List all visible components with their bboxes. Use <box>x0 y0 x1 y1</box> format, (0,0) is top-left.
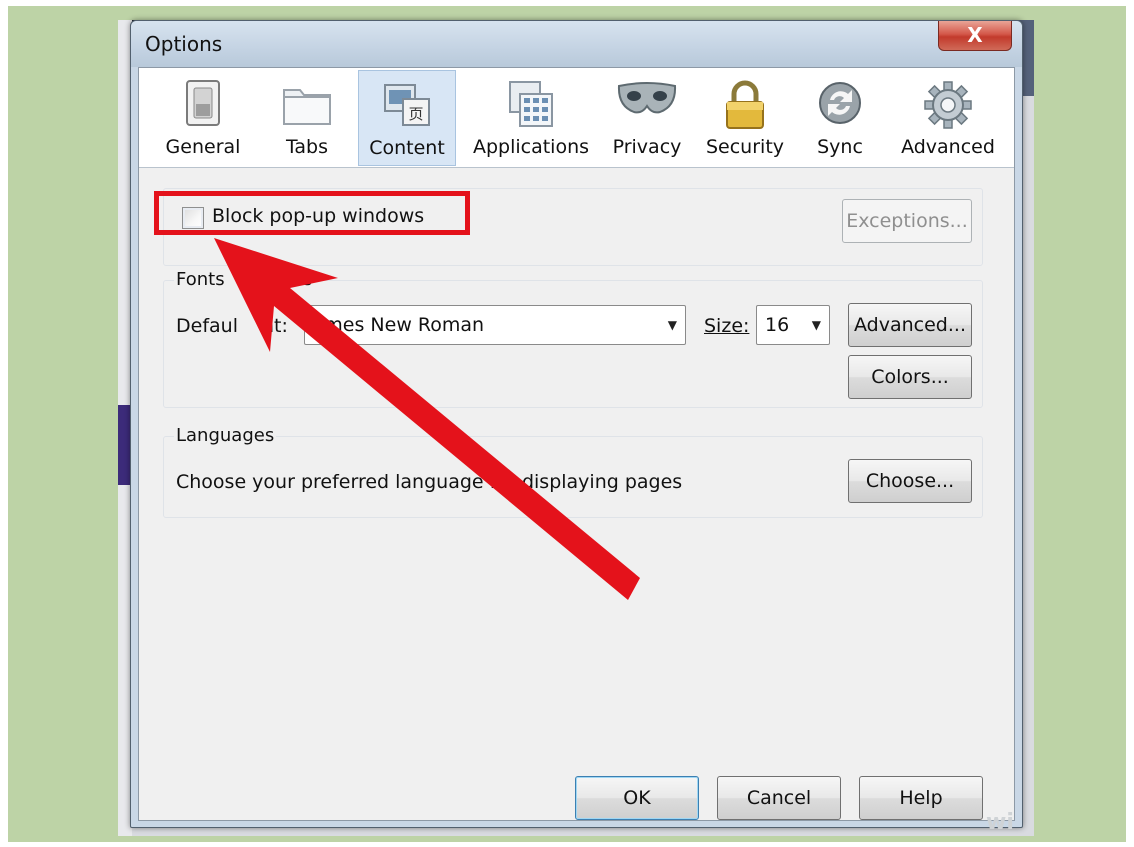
watermark: wi <box>986 810 1014 835</box>
arrow-shape <box>214 238 640 600</box>
red-arrow-annotation <box>214 238 640 600</box>
